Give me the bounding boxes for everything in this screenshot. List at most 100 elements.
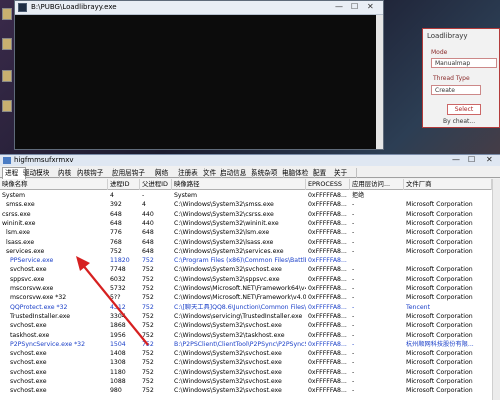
close-button[interactable]: ✕ — [486, 155, 493, 164]
table-cell: C:\Windows\System32\svchost.exe — [174, 359, 282, 367]
table-row[interactable]: PPService.exe 11820 752 C:\Program Files (x… — [0, 256, 492, 265]
table-cell: 752 — [142, 368, 154, 376]
table-row[interactable]: csrss.exe 648 440 C:\Windows\System32\csrss… — [0, 210, 492, 219]
tab-12[interactable]: 关于 — [332, 168, 357, 178]
process-table[interactable]: 映像名称 进程ID 父进程ID 映像路径 EPROCESS 应用层访问... 文件厂商 Sy… — [0, 179, 492, 400]
table-cell: 392 — [110, 201, 122, 209]
minimize-button[interactable]: — — [335, 2, 343, 11]
column-header[interactable]: 文件厂商 — [404, 179, 492, 190]
select-button[interactable]: Select — [447, 104, 481, 115]
table-cell: 0xFFFFFA8... — [308, 275, 347, 283]
table-cell: P2PSyncService.exe *32 — [10, 340, 86, 348]
column-header[interactable]: 映像名称 — [0, 179, 108, 190]
table-cell: 4 — [110, 192, 114, 199]
desktop-shortcut-icon[interactable] — [2, 70, 12, 82]
column-header[interactable]: EPROCESS — [306, 179, 350, 190]
table-cell: services.exe — [6, 247, 45, 255]
table-cell: 0xFFFFFA8... — [308, 238, 347, 246]
table-row[interactable]: svchost.exe 1180 752 C:\Windows\System32\sv… — [0, 368, 492, 377]
table-cell: C:\Windows\System32\lsass.exe — [174, 238, 274, 246]
desktop-shortcut-icon[interactable] — [2, 8, 12, 20]
desktop-shortcut-icon[interactable] — [2, 100, 12, 112]
console-app-icon — [18, 3, 27, 12]
table-cell: - — [352, 229, 355, 237]
table-row[interactable]: lsm.exe 776 648 C:\Windows\System32\lsm.exe… — [0, 228, 492, 237]
table-cell — [404, 256, 492, 265]
table-cell: C:\Windows\System32\svchost.exe — [174, 368, 282, 376]
tab-4[interactable]: 应用层钩子 — [110, 168, 157, 178]
table-cell: Microsoft Corporation — [406, 294, 473, 302]
tab-9[interactable]: 系统杂项 — [249, 168, 284, 178]
table-cell: 752 — [142, 285, 154, 292]
table-cell: 0xFFFFFA8... — [308, 219, 347, 227]
column-header[interactable]: 应用层访问... — [350, 179, 404, 190]
table-cell: - — [352, 350, 355, 358]
table-cell: C:\Windows\System32\lsm.exe — [174, 229, 270, 237]
tab-1[interactable]: 驱动模块 — [21, 168, 60, 178]
table-cell: C:\Windows\System32\svchost.exe — [174, 378, 282, 385]
process-titlebar[interactable]: higfmmsufxrmxv — ☐ ✕ — [0, 155, 500, 166]
loader-window[interactable]: Loadlibrayy Mode Manualmap Thread Type C… — [422, 28, 500, 128]
table-row[interactable]: mscorsvw.exe *32 5?? 752 C:\Windows\Microso… — [0, 293, 492, 302]
table-row[interactable]: smss.exe 392 4 C:\Windows\System32\smss.exe… — [0, 200, 492, 209]
thread-type-label: Thread Type — [433, 75, 470, 82]
table-row[interactable]: svchost.exe 7748 752 C:\Windows\System32\sv… — [0, 265, 492, 274]
table-cell: C:\Windows\System32\services.exe — [174, 247, 284, 255]
tab-3[interactable]: 内核钩子 — [75, 168, 114, 178]
table-row[interactable]: wininit.exe 648 440 C:\Windows\System32\win… — [0, 219, 492, 228]
table-row[interactable]: svchost.exe 1868 752 C:\Windows\System32\sv… — [0, 321, 492, 330]
console-scrollbar[interactable] — [376, 15, 383, 149]
table-cell: 0xFFFFFA8... — [308, 350, 347, 358]
console-window[interactable]: B:\PUBG\Loadlibrayy.exe — ☐ ✕ — [14, 0, 384, 150]
table-cell: - — [352, 238, 355, 246]
tab-8[interactable]: 启动信息 — [218, 168, 253, 178]
table-cell: 752 — [142, 359, 154, 367]
table-cell: C:\Windows\System32\taskhost.exe — [174, 331, 285, 339]
table-row[interactable]: svchost.exe 1308 752 C:\Windows\System32\sv… — [0, 358, 492, 367]
table-cell: System — [2, 192, 26, 199]
minimize-button[interactable]: — — [452, 155, 460, 164]
app-icon — [3, 157, 11, 164]
table-row[interactable]: svchost.exe 1408 752 C:\Windows\System32\sv… — [0, 349, 492, 358]
table-cell: 0xFFFFFA8... — [308, 192, 347, 199]
table-row[interactable]: svchost.exe 1088 752 C:\Windows\System32\sv… — [0, 377, 492, 386]
table-row[interactable]: System 4 - System 0xFFFFFA8... 拒绝 — [0, 191, 492, 200]
process-window-title: higfmmsufxrmxv — [14, 156, 74, 164]
table-cell: 752 — [142, 275, 154, 283]
maximize-button[interactable]: ☐ — [468, 155, 475, 164]
table-cell: 648 — [110, 219, 122, 227]
table-cell: taskhost.exe — [10, 331, 50, 339]
thread-type-dropdown[interactable]: Create — [431, 85, 481, 95]
table-cell: System — [174, 192, 198, 199]
table-row[interactable]: svchost.exe 980 752 C:\Windows\System32\svc… — [0, 386, 492, 395]
table-scrollbar[interactable] — [492, 179, 500, 400]
table-cell: 0xFFFFFA8... — [308, 387, 347, 395]
mode-dropdown[interactable]: Manualmap — [431, 58, 497, 68]
close-button[interactable]: ✕ — [367, 2, 374, 11]
maximize-button[interactable]: ☐ — [351, 2, 358, 11]
table-row[interactable]: services.exe 752 648 C:\Windows\System32\se… — [0, 247, 492, 256]
table-row[interactable]: taskhost.exe 1956 752 C:\Windows\System32\t… — [0, 331, 492, 340]
table-row[interactable]: lsass.exe 768 648 C:\Windows\System32\lsass… — [0, 238, 492, 247]
desktop-shortcut-icon[interactable] — [2, 38, 12, 50]
table-row[interactable]: QQProtect.exe *32 4312 752 C:\[聊天工具]QQ8.6\J… — [0, 303, 492, 312]
table-cell: 7748 — [110, 266, 126, 274]
table-row[interactable]: mscorsvw.exe 5732 752 C:\Windows\Microsoft.… — [0, 284, 492, 293]
table-cell: - — [352, 201, 355, 209]
table-cell: QQProtect.exe *32 — [10, 303, 68, 311]
column-header[interactable]: 进程ID — [108, 179, 140, 190]
table-cell: 6032 — [110, 275, 126, 283]
table-cell: - — [352, 219, 355, 227]
table-cell: 0xFFFFFA8... — [308, 312, 347, 320]
console-titlebar[interactable]: B:\PUBG\Loadlibrayy.exe — ☐ ✕ — [15, 1, 383, 15]
table-row[interactable]: TrustedInstaller.exe 3304 752 C:\Windows\se… — [0, 312, 492, 321]
table-cell: Microsoft Corporation — [406, 331, 473, 339]
table-cell: B:\P2PSClient\ClientTool\P2PSync\P2PSync… — [174, 340, 306, 348]
tab-10[interactable]: 电脑体检 — [280, 168, 315, 178]
table-cell: 648 — [142, 229, 154, 237]
column-header[interactable]: 映像路径 — [172, 179, 306, 190]
column-header[interactable]: 父进程ID — [140, 179, 172, 190]
table-row[interactable]: sppsvc.exe 6032 752 C:\Windows\System32\spp… — [0, 275, 492, 284]
process-window[interactable]: higfmmsufxrmxv — ☐ ✕ 进程 驱动模块 内核 内核钩子 应用层钩子 网络… — [0, 154, 500, 400]
table-row[interactable]: P2PSyncService.exe *32 1504 752 B:\P2PSClie… — [0, 340, 492, 349]
